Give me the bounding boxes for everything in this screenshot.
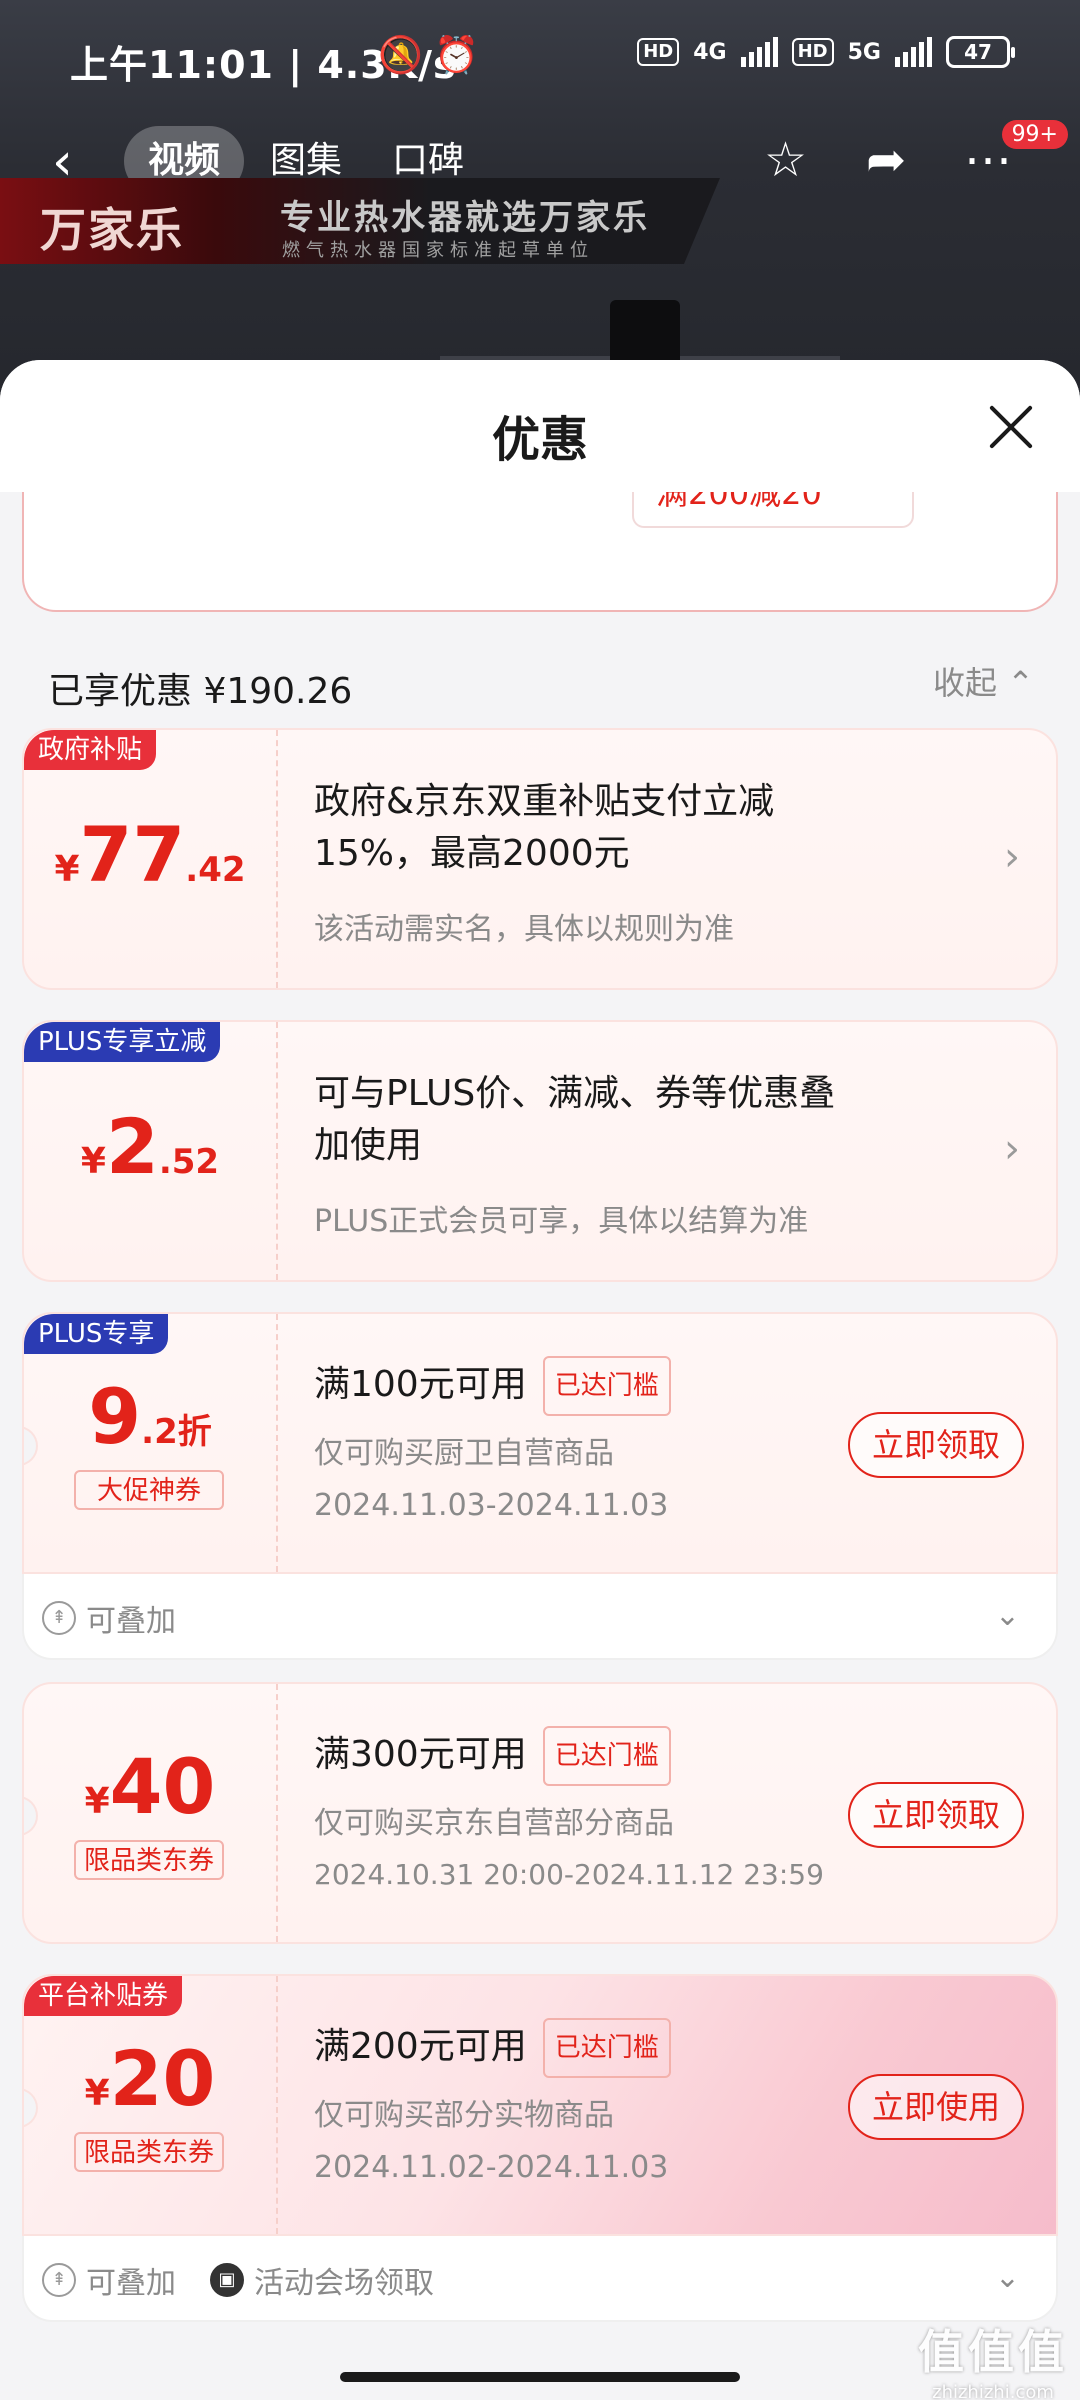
coupon-divider <box>276 730 278 988</box>
notification-badge: 99+ <box>1001 120 1068 149</box>
battery-icon: 47 <box>946 36 1015 68</box>
coupon-subtitle: 该活动需实名，具体以规则为准 <box>314 912 734 947</box>
coupon-amount: ¥40 <box>84 1742 216 1831</box>
coupon-validity: 2024.11.03-2024.11.03 <box>314 1488 669 1523</box>
hd-icon: HD <box>637 38 680 66</box>
venue-info: ▣ 活动会场领取 <box>210 2258 434 2302</box>
signal-icon <box>740 37 778 67</box>
coupon-subtitle: PLUS正式会员可享，具体以结算为准 <box>314 1204 809 1239</box>
status-right: HD 4G HD 5G 47 <box>637 36 1015 68</box>
coupon-card[interactable]: 政府补贴 ¥77.42 政府&京东双重补贴支付立减 15%，最高2000元 该活… <box>22 728 1058 990</box>
stack-icon: ⇞ <box>42 2263 76 2297</box>
chevron-down-icon[interactable]: ⌄ <box>995 2260 1020 2295</box>
coupon-tag: PLUS专享 <box>24 1314 169 1354</box>
hd-icon: HD <box>791 38 834 66</box>
use-button[interactable]: 立即使用 <box>848 2074 1024 2140</box>
star-icon[interactable]: ☆ <box>764 132 807 188</box>
discount-summary: 已享优惠 ¥190.26 <box>48 671 353 712</box>
coupon-divider <box>276 1976 278 2234</box>
coupon-card: ¥40 限品类东券 满300元可用 已达门槛 仅可购买京东自营部分商品 2024.… <box>22 1682 1058 1944</box>
coupon-amount: 9.2折 <box>88 1372 212 1461</box>
venue-icon: ▣ <box>210 2263 244 2297</box>
coupon-validity: 2024.10.31 20:00-2024.11.12 23:59 <box>314 1858 824 1891</box>
net-5g-label: 5G <box>847 39 881 65</box>
coupon-type-tag: 限品类东券 <box>74 2132 224 2172</box>
stackable-info: ⇞ 可叠加 <box>42 1596 176 1640</box>
previous-card: 满200减20 <box>22 492 1058 612</box>
claim-button[interactable]: 立即领取 <box>848 1412 1024 1478</box>
collapse-button[interactable]: 收起 ⌃ <box>933 658 1034 704</box>
coupon-footer[interactable]: ⇞ 可叠加 ▣ 活动会场领取 ⌄ <box>22 2236 1058 2322</box>
coupon-title: 政府&京东双重补贴支付立减 15%，最高2000元 <box>314 781 775 874</box>
brand-logo-text: 万家乐 <box>40 203 184 257</box>
coupon-amount: ¥77.42 <box>54 810 246 899</box>
coupon-scope: 仅可购买厨卫自营商品 <box>314 1436 614 1471</box>
coupon-tag: 平台补贴券 <box>24 1976 183 2016</box>
watermark: 值值值 zhizhizhi.com <box>918 2325 1068 2400</box>
coupon-card: PLUS专享 9.2折 大促神券 满100元可用 已达门槛 仅可购买厨卫自营商品 … <box>22 1312 1058 1574</box>
stackable-info: ⇞ 可叠加 <box>42 2258 176 2302</box>
coupon-validity: 2024.11.02-2024.11.03 <box>314 2150 669 2185</box>
coupon-amount: ¥2.52 <box>80 1102 220 1191</box>
coupon-amount: ¥20 <box>84 2034 216 2123</box>
coupon-card: 平台补贴券 ¥20 限品类东券 满200元可用 已达门槛 仅可购买部分实物商品 2… <box>22 1974 1058 2236</box>
sheet-header: 优惠 <box>0 360 1080 492</box>
coupon-type-tag: 大促神券 <box>74 1470 224 1510</box>
coupon-title: 满200元可用 已达门槛 <box>314 2018 671 2078</box>
signal-icon <box>895 37 932 67</box>
brand-banner: 万家乐 专业热水器就选万家乐 燃气热水器国家标准起草单位 <box>0 178 720 264</box>
threshold-badge: 已达门槛 <box>542 1726 671 1786</box>
banner-slogan: 专业热水器就选万家乐 <box>280 198 650 238</box>
sheet-title: 优惠 <box>491 412 588 468</box>
coupon-scope: 仅可购买京东自营部分商品 <box>314 1806 674 1841</box>
status-bar: 上午11:01 | 4.3K/s 🔕 ⏰ HD 4G HD 5G 47 <box>0 0 1080 118</box>
chevron-down-icon[interactable]: ⌄ <box>995 1598 1020 1633</box>
coupon-tag: PLUS专享立减 <box>24 1022 221 1062</box>
coupon-divider <box>276 1022 278 1280</box>
coupon-title: 满100元可用 已达门槛 <box>314 1356 671 1416</box>
banner-subtitle: 燃气热水器国家标准起草单位 <box>282 240 594 261</box>
coupon-divider <box>276 1684 278 1942</box>
chevron-right-icon[interactable]: › <box>1004 1126 1020 1172</box>
coupon-scope: 仅可购买部分实物商品 <box>314 2098 614 2133</box>
stack-icon: ⇞ <box>42 1601 76 1635</box>
share-icon[interactable]: ➦ <box>866 132 906 188</box>
coupon-card[interactable]: PLUS专享立减 ¥2.52 可与PLUS价、满减、券等优惠叠 加使用 PLUS… <box>22 1020 1058 1282</box>
mute-and-alarm-icons: 🔕 ⏰ <box>378 35 480 76</box>
chevron-right-icon[interactable]: › <box>1004 834 1020 880</box>
net-4g-label: 4G <box>693 39 727 65</box>
coupon-type-tag: 限品类东券 <box>74 1840 224 1880</box>
coupon-title: 可与PLUS价、满减、券等优惠叠 加使用 <box>314 1073 836 1166</box>
coupon-title: 满300元可用 已达门槛 <box>314 1726 671 1786</box>
coupon-tag: 政府补贴 <box>24 730 157 770</box>
coupon-footer[interactable]: ⇞ 可叠加 ⌄ <box>22 1574 1058 1660</box>
coupon-divider <box>276 1314 278 1572</box>
offers-list[interactable]: 满200减20 已享优惠 ¥190.26 收起 ⌃ 政府补贴 ¥77.42 政府… <box>0 492 1080 2400</box>
threshold-badge: 已达门槛 <box>542 1356 671 1416</box>
threshold-badge: 已达门槛 <box>542 2018 671 2078</box>
offers-sheet: 优惠 满200减20 已享优惠 ¥190.26 收起 ⌃ 政府补贴 ¥77.42… <box>0 360 1080 2400</box>
previous-card-chip[interactable]: 满200减20 <box>632 492 914 528</box>
close-icon[interactable] <box>988 404 1034 450</box>
home-indicator[interactable] <box>340 2372 740 2382</box>
claim-button[interactable]: 立即领取 <box>848 1782 1024 1848</box>
